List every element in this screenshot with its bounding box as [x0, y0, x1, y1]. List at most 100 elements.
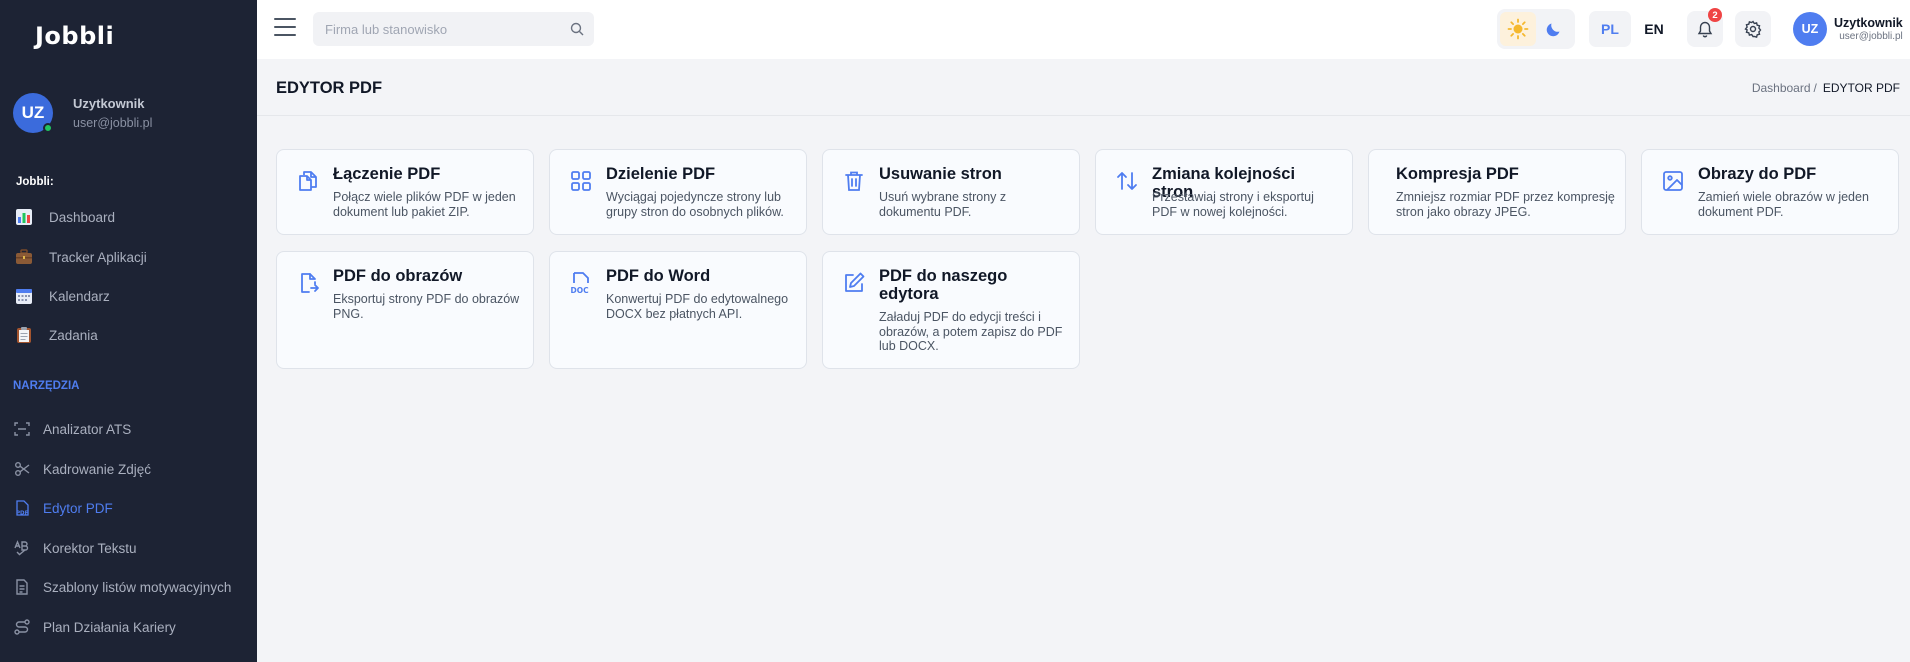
gear-icon: [1744, 20, 1762, 38]
sidebar-profile[interactable]: UZ Uzytkownik user@jobbli.pl: [13, 93, 152, 133]
light-mode-button[interactable]: [1500, 12, 1536, 46]
user-email: user@jobbli.pl: [1839, 31, 1903, 42]
profile-name: Uzytkownik: [73, 96, 145, 111]
section-title-tools: NARZĘDZIA: [13, 380, 80, 392]
sidebar-item-label: Tracker Aplikacji: [49, 249, 147, 265]
moon-icon: [1546, 23, 1560, 37]
sidebar-item-tasks[interactable]: Zadania: [14, 324, 98, 346]
sidebar-item-label: Korektor Tekstu: [43, 540, 137, 556]
sidebar-item-label: Zadania: [49, 327, 98, 343]
user-menu[interactable]: UZ Uzytkownik user@jobbli.pl: [1793, 12, 1903, 46]
tool-card-description: Przestawiaj strony i eksportuj PDF w now…: [1152, 190, 1314, 219]
notification-badge: 2: [1708, 8, 1722, 22]
settings-button[interactable]: [1735, 11, 1771, 47]
document-icon: [14, 579, 30, 595]
dark-mode-button[interactable]: [1536, 12, 1572, 46]
tool-card-description: Połącz wiele plików PDF w jeden dokument…: [333, 190, 516, 219]
sidebar-item-label: Dashboard: [49, 209, 116, 225]
tool-card-description: Zmniejsz rozmiar PDF przez kompresję str…: [1396, 190, 1615, 219]
avatar: UZ: [1793, 12, 1827, 46]
briefcase-icon: [14, 247, 34, 267]
doc-file-icon: DOC: [571, 272, 590, 295]
sidebar-item-label: Edytor PDF: [43, 500, 113, 516]
sidebar-item-dashboard[interactable]: Dashboard: [14, 206, 115, 228]
scan-icon: [14, 421, 30, 437]
notifications-button[interactable]: 2: [1687, 8, 1723, 47]
section-title-jobbli: Jobbli:: [16, 176, 54, 188]
sun-icon: [1507, 18, 1529, 40]
search-input[interactable]: [313, 12, 594, 46]
sidebar-item-career-plan[interactable]: Plan Działania Kariery: [14, 616, 176, 638]
sidebar-item-text-corrector[interactable]: Korektor Tekstu: [14, 537, 137, 559]
svg-text:DOC: DOC: [571, 286, 590, 295]
tool-card-description: Zamień wiele obrazów w jeden dokument PD…: [1698, 190, 1869, 219]
tool-card-title: Usuwanie stron: [879, 165, 1002, 183]
sidebar-item-calendar[interactable]: Kalendarz: [14, 285, 110, 307]
tool-card-images-to-pdf[interactable]: Obrazy do PDF Zamień wiele obrazów w jed…: [1641, 149, 1899, 235]
spellcheck-icon: [14, 540, 30, 556]
hamburger-line: [274, 25, 296, 29]
menu-toggle-button[interactable]: [274, 18, 296, 38]
tool-card-title: PDF do naszego edytora: [879, 267, 1008, 303]
tool-card-description: Załaduj PDF do edycji treści i obrazów, …: [879, 310, 1063, 354]
edit-icon: [845, 272, 865, 292]
sidebar-item-tracker[interactable]: Tracker Aplikacji: [14, 246, 147, 268]
pdf-file-icon: PDF: [14, 500, 30, 516]
sidebar-item-label: Analizator ATS: [43, 421, 132, 437]
tool-card-reorder-pages[interactable]: Zmiana kolejności stron Przestawiaj stro…: [1095, 149, 1353, 235]
sidebar-item-ats-analyzer[interactable]: Analizator ATS: [14, 418, 131, 440]
topbar: PL EN 2 UZ Uzytkownik user@jobbli.pl: [257, 0, 1910, 59]
online-status-dot: [43, 123, 53, 133]
sidebar-item-photo-crop[interactable]: Kadrowanie Zdjęć: [14, 458, 151, 480]
sidebar-item-cover-letter-templates[interactable]: Szablony listów motywacyjnych: [14, 576, 231, 598]
tool-card-title: Kompresja PDF: [1396, 165, 1519, 183]
clipboard-icon: [14, 325, 34, 345]
file-export-icon: [301, 273, 319, 293]
route-icon: [14, 619, 30, 635]
breadcrumb-link-dashboard[interactable]: Dashboard: [1752, 81, 1811, 95]
app-logo[interactable]: Jobbli: [35, 22, 114, 50]
tool-card-pdf-to-word[interactable]: DOC PDF do Word Konwertuj PDF do edytowa…: [549, 251, 807, 369]
tool-card-pdf-to-editor[interactable]: PDF do naszego edytora Załaduj PDF do ed…: [822, 251, 1080, 369]
avatar: UZ: [13, 93, 53, 133]
breadcrumb-current: EDYTOR PDF: [1822, 81, 1900, 95]
hamburger-line: [274, 33, 296, 37]
bell-icon: [1697, 21, 1713, 37]
merge-files-icon: [299, 171, 317, 191]
sidebar-item-pdf-editor[interactable]: PDF Edytor PDF: [14, 497, 113, 519]
avatar-initials: UZ: [21, 103, 45, 122]
scissors-icon: [14, 461, 30, 477]
search-icon[interactable]: [570, 22, 584, 36]
sidebar-item-label: Plan Działania Kariery: [43, 619, 176, 635]
hamburger-line: [274, 18, 296, 21]
tool-card-description: Eksportuj strony PDF do obrazów PNG.: [333, 292, 520, 321]
tool-card-merge-pdf[interactable]: Łączenie PDF Połącz wiele plików PDF w j…: [276, 149, 534, 235]
tool-card-delete-pages[interactable]: Usuwanie stron Usuń wybrane strony z dok…: [822, 149, 1080, 235]
search-box: [313, 12, 594, 46]
sidebar-item-label: Kadrowanie Zdjęć: [43, 461, 152, 477]
bar-chart-icon: [14, 207, 34, 227]
tool-card-title: PDF do obrazów: [333, 267, 463, 285]
image-icon: [1663, 171, 1683, 191]
tool-card-title: Obrazy do PDF: [1698, 165, 1817, 183]
language-pl-button[interactable]: PL: [1589, 11, 1631, 47]
calendar-icon: [14, 286, 34, 306]
tool-card-title: Dzielenie PDF: [606, 165, 716, 183]
tool-card-pdf-to-images[interactable]: PDF do obrazów Eksportuj strony PDF do o…: [276, 251, 534, 369]
language-en-button[interactable]: EN: [1633, 11, 1675, 47]
tool-card-description: Wyciągaj pojedyncze strony lub grupy str…: [606, 190, 784, 219]
tool-card-title: PDF do Word: [606, 267, 711, 285]
grid-split-icon: [571, 171, 591, 191]
tool-card-title: Łączenie PDF: [333, 165, 441, 183]
sidebar-item-label: Szablony listów motywacyjnych: [43, 579, 232, 595]
page-header: EDYTOR PDF Dashboard / EDYTOR PDF: [257, 59, 1910, 116]
svg-text:PDF: PDF: [16, 511, 29, 517]
trash-icon: [845, 171, 863, 191]
tool-card-description: Usuń wybrane strony z dokumentu PDF.: [879, 190, 1007, 219]
section-title-jobbli-label: Jobbli: [16, 176, 50, 188]
tool-card-description: Konwertuj PDF do edytowalnego DOCX bez p…: [606, 292, 789, 321]
tool-card-split-pdf[interactable]: Dzielenie PDF Wyciągaj pojedyncze strony…: [549, 149, 807, 235]
tool-card-compress-pdf[interactable]: Kompresja PDF Zmniejsz rozmiar PDF przez…: [1368, 149, 1626, 235]
page-title: EDYTOR PDF: [276, 79, 383, 97]
profile-email: user@jobbli.pl: [73, 116, 153, 130]
